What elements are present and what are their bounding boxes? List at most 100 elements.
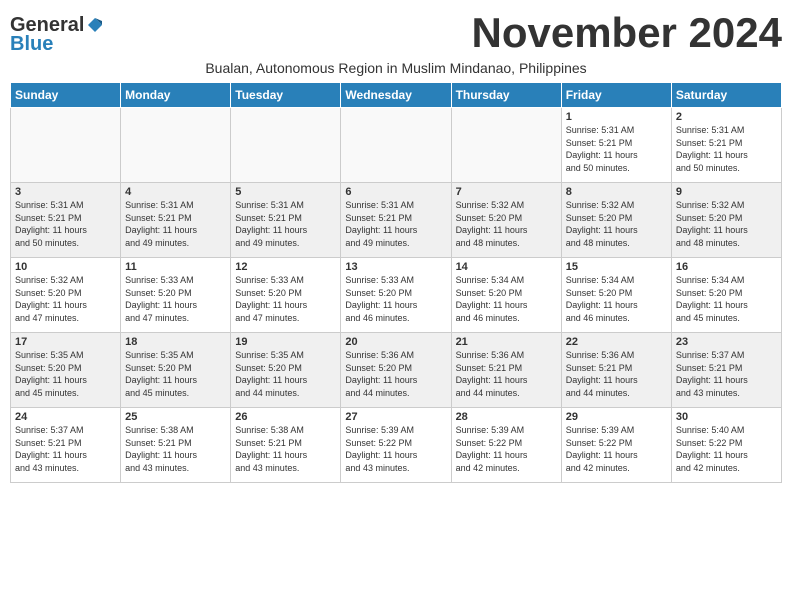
day-number: 23 (676, 336, 777, 348)
calendar-cell: 13Sunrise: 5:33 AMSunset: 5:20 PMDayligh… (341, 258, 451, 333)
calendar-cell: 17Sunrise: 5:35 AMSunset: 5:20 PMDayligh… (11, 333, 121, 408)
calendar-cell: 15Sunrise: 5:34 AMSunset: 5:20 PMDayligh… (561, 258, 671, 333)
calendar-week-row: 24Sunrise: 5:37 AMSunset: 5:21 PMDayligh… (11, 408, 782, 483)
calendar-cell (121, 108, 231, 183)
logo-blue: Blue (10, 33, 53, 56)
day-info: Sunrise: 5:31 AMSunset: 5:21 PMDaylight:… (676, 124, 777, 174)
calendar-cell: 21Sunrise: 5:36 AMSunset: 5:21 PMDayligh… (451, 333, 561, 408)
calendar-cell: 29Sunrise: 5:39 AMSunset: 5:22 PMDayligh… (561, 408, 671, 483)
day-number: 3 (15, 186, 116, 198)
day-info: Sunrise: 5:31 AMSunset: 5:21 PMDaylight:… (15, 199, 116, 249)
calendar-cell: 7Sunrise: 5:32 AMSunset: 5:20 PMDaylight… (451, 183, 561, 258)
day-number: 17 (15, 336, 116, 348)
calendar-cell: 3Sunrise: 5:31 AMSunset: 5:21 PMDaylight… (11, 183, 121, 258)
month-title: November 2024 (471, 10, 782, 56)
day-number: 19 (235, 336, 336, 348)
calendar-week-row: 1 Sunrise: 5:31 AMSunset: 5:21 PMDaylight… (11, 108, 782, 183)
day-number: 14 (456, 261, 557, 273)
calendar-cell: 10Sunrise: 5:32 AMSunset: 5:20 PMDayligh… (11, 258, 121, 333)
calendar-cell: 9Sunrise: 5:32 AMSunset: 5:20 PMDaylight… (671, 183, 781, 258)
day-number: 9 (676, 186, 777, 198)
calendar-cell: 30Sunrise: 5:40 AMSunset: 5:22 PMDayligh… (671, 408, 781, 483)
calendar-cell (11, 108, 121, 183)
day-number: 29 (566, 411, 667, 423)
logo: General Blue (10, 14, 104, 56)
day-info: Sunrise: 5:38 AMSunset: 5:21 PMDaylight:… (235, 424, 336, 474)
calendar-cell (231, 108, 341, 183)
calendar-cell: 24Sunrise: 5:37 AMSunset: 5:21 PMDayligh… (11, 408, 121, 483)
calendar-cell: 19Sunrise: 5:35 AMSunset: 5:20 PMDayligh… (231, 333, 341, 408)
calendar-header-tuesday: Tuesday (231, 83, 341, 108)
day-number: 30 (676, 411, 777, 423)
calendar-cell: 8Sunrise: 5:32 AMSunset: 5:20 PMDaylight… (561, 183, 671, 258)
day-info: Sunrise: 5:31 AMSunset: 5:21 PMDaylight:… (125, 199, 226, 249)
day-info: Sunrise: 5:35 AMSunset: 5:20 PMDaylight:… (15, 349, 116, 399)
calendar-header-thursday: Thursday (451, 83, 561, 108)
calendar-cell (341, 108, 451, 183)
day-number: 21 (456, 336, 557, 348)
calendar-header-friday: Friday (561, 83, 671, 108)
day-info: Sunrise: 5:37 AMSunset: 5:21 PMDaylight:… (15, 424, 116, 474)
calendar-cell: 5Sunrise: 5:31 AMSunset: 5:21 PMDaylight… (231, 183, 341, 258)
page-header: General Blue November 2024 (10, 10, 782, 56)
calendar-cell: 22Sunrise: 5:36 AMSunset: 5:21 PMDayligh… (561, 333, 671, 408)
day-number: 22 (566, 336, 667, 348)
calendar-cell: 11Sunrise: 5:33 AMSunset: 5:20 PMDayligh… (121, 258, 231, 333)
day-number: 18 (125, 336, 226, 348)
day-info: Sunrise: 5:32 AMSunset: 5:20 PMDaylight:… (676, 199, 777, 249)
day-number: 26 (235, 411, 336, 423)
day-info: Sunrise: 5:34 AMSunset: 5:20 PMDaylight:… (566, 274, 667, 324)
calendar-cell: 26Sunrise: 5:38 AMSunset: 5:21 PMDayligh… (231, 408, 341, 483)
calendar-header-monday: Monday (121, 83, 231, 108)
day-info: Sunrise: 5:37 AMSunset: 5:21 PMDaylight:… (676, 349, 777, 399)
day-info: Sunrise: 5:33 AMSunset: 5:20 PMDaylight:… (235, 274, 336, 324)
calendar-cell: 1Sunrise: 5:31 AMSunset: 5:21 PMDaylight… (561, 108, 671, 183)
day-info: Sunrise: 5:31 AMSunset: 5:21 PMDaylight:… (345, 199, 446, 249)
calendar-cell: 4Sunrise: 5:31 AMSunset: 5:21 PMDaylight… (121, 183, 231, 258)
day-info: Sunrise: 5:32 AMSunset: 5:20 PMDaylight:… (15, 274, 116, 324)
day-info: Sunrise: 5:35 AMSunset: 5:20 PMDaylight:… (125, 349, 226, 399)
day-info: Sunrise: 5:34 AMSunset: 5:20 PMDaylight:… (456, 274, 557, 324)
day-info: Sunrise: 5:40 AMSunset: 5:22 PMDaylight:… (676, 424, 777, 474)
day-number: 13 (345, 261, 446, 273)
day-info: Sunrise: 5:32 AMSunset: 5:20 PMDaylight:… (456, 199, 557, 249)
day-info: Sunrise: 5:32 AMSunset: 5:20 PMDaylight:… (566, 199, 667, 249)
day-info: Sunrise: 5:36 AMSunset: 5:20 PMDaylight:… (345, 349, 446, 399)
day-number: 10 (15, 261, 116, 273)
day-info: Sunrise: 5:35 AMSunset: 5:20 PMDaylight:… (235, 349, 336, 399)
calendar-cell: 25Sunrise: 5:38 AMSunset: 5:21 PMDayligh… (121, 408, 231, 483)
day-number: 11 (125, 261, 226, 273)
day-number: 28 (456, 411, 557, 423)
subtitle: Bualan, Autonomous Region in Muslim Mind… (10, 60, 782, 76)
calendar-header-sunday: Sunday (11, 83, 121, 108)
calendar-cell: 28Sunrise: 5:39 AMSunset: 5:22 PMDayligh… (451, 408, 561, 483)
day-number: 2 (676, 111, 777, 123)
calendar-header-saturday: Saturday (671, 83, 781, 108)
calendar-cell: 6Sunrise: 5:31 AMSunset: 5:21 PMDaylight… (341, 183, 451, 258)
day-info: Sunrise: 5:33 AMSunset: 5:20 PMDaylight:… (125, 274, 226, 324)
calendar-week-row: 3Sunrise: 5:31 AMSunset: 5:21 PMDaylight… (11, 183, 782, 258)
day-number: 8 (566, 186, 667, 198)
logo-icon (86, 16, 104, 34)
day-info: Sunrise: 5:39 AMSunset: 5:22 PMDaylight:… (345, 424, 446, 474)
day-info: Sunrise: 5:33 AMSunset: 5:20 PMDaylight:… (345, 274, 446, 324)
day-number: 1 (566, 111, 667, 123)
day-number: 25 (125, 411, 226, 423)
calendar-cell: 16Sunrise: 5:34 AMSunset: 5:20 PMDayligh… (671, 258, 781, 333)
day-info: Sunrise: 5:34 AMSunset: 5:20 PMDaylight:… (676, 274, 777, 324)
day-info: Sunrise: 5:39 AMSunset: 5:22 PMDaylight:… (566, 424, 667, 474)
day-info: Sunrise: 5:38 AMSunset: 5:21 PMDaylight:… (125, 424, 226, 474)
day-info: Sunrise: 5:31 AMSunset: 5:21 PMDaylight:… (235, 199, 336, 249)
day-number: 16 (676, 261, 777, 273)
day-number: 7 (456, 186, 557, 198)
calendar-cell: 23Sunrise: 5:37 AMSunset: 5:21 PMDayligh… (671, 333, 781, 408)
calendar-cell: 12Sunrise: 5:33 AMSunset: 5:20 PMDayligh… (231, 258, 341, 333)
calendar-week-row: 10Sunrise: 5:32 AMSunset: 5:20 PMDayligh… (11, 258, 782, 333)
calendar-cell (451, 108, 561, 183)
day-number: 24 (15, 411, 116, 423)
calendar-table: SundayMondayTuesdayWednesdayThursdayFrid… (10, 82, 782, 483)
day-info: Sunrise: 5:39 AMSunset: 5:22 PMDaylight:… (456, 424, 557, 474)
calendar-week-row: 17Sunrise: 5:35 AMSunset: 5:20 PMDayligh… (11, 333, 782, 408)
day-number: 12 (235, 261, 336, 273)
day-number: 5 (235, 186, 336, 198)
